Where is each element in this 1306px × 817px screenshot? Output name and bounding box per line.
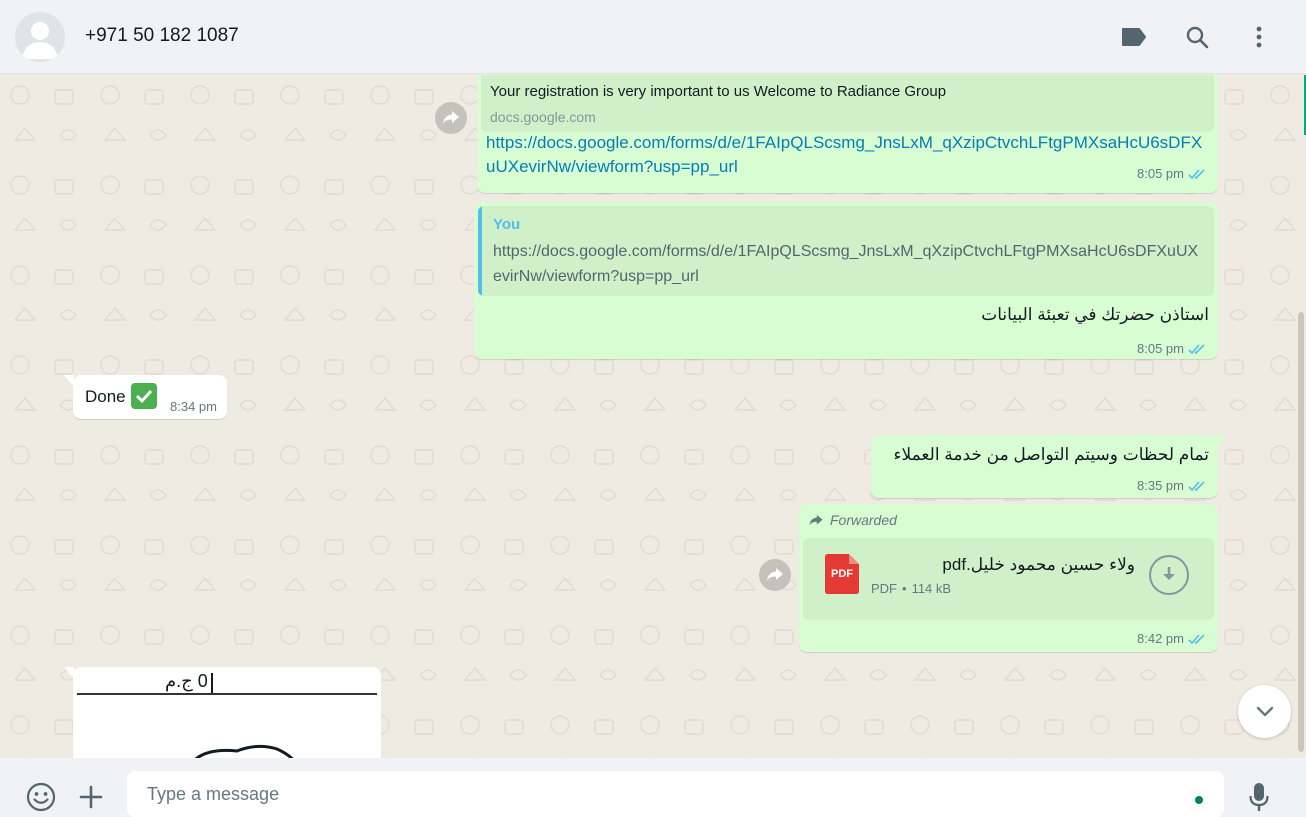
document-size: 114 kB (911, 581, 952, 596)
read-ticks-icon (1188, 168, 1206, 180)
message-time: 8:05 pm (1137, 341, 1184, 356)
link-preview-card[interactable]: Your registration is very important to u… (481, 75, 1214, 132)
emoji-icon (26, 782, 56, 812)
menu-icon[interactable] (1244, 22, 1274, 52)
image-drawing (194, 744, 294, 758)
forward-button[interactable] (435, 102, 467, 134)
link-preview-title: Your registration is very important to u… (490, 83, 947, 100)
image-cursor-line (211, 673, 213, 693)
read-ticks-icon (1188, 480, 1206, 492)
message-outgoing[interactable]: تمام لحظات وسيتم التواصل من خدمة العملاء… (871, 435, 1218, 498)
message-meta: 8:35 pm (1137, 478, 1206, 493)
scroll-to-bottom-button[interactable] (1238, 685, 1291, 738)
forwarded-label: Forwarded (808, 512, 897, 528)
message-input[interactable] (127, 771, 1224, 817)
message-time: 8:05 pm (1137, 166, 1184, 181)
link-preview-domain: docs.google.com (490, 109, 596, 125)
document-type: PDF (871, 581, 897, 596)
chat-scrollbar[interactable] (1298, 312, 1304, 752)
bubble-tail (1217, 435, 1227, 447)
image-content[interactable]: 0 ج.م (77, 671, 377, 758)
quote-text: https://docs.google.com/forms/d/e/1FAIpQ… (493, 243, 1199, 285)
default-avatar-icon (15, 12, 65, 62)
input-status-dot (1195, 796, 1203, 804)
image-divider (77, 693, 377, 695)
voice-message-button[interactable] (1244, 780, 1274, 814)
bubble-tail (64, 667, 74, 679)
message-meta: 8:05 pm (1137, 166, 1206, 181)
plus-icon (79, 785, 103, 809)
read-ticks-icon (1188, 343, 1206, 355)
message-incoming[interactable]: Done 8:34 pm (73, 375, 227, 419)
message-forwarded-document[interactable]: Forwarded PDF ولاء حسين محمود خليل.pdf P… (799, 504, 1218, 652)
document-name: ولاء حسين محمود خليل.pdf (942, 555, 1135, 574)
attach-button[interactable] (76, 782, 106, 812)
message-composer (0, 758, 1306, 817)
message-image[interactable]: 0 ج.م (73, 667, 381, 758)
chat-header: +971 50 182 1087 (0, 0, 1306, 74)
read-ticks-icon (1188, 633, 1206, 645)
separator-dot: • (902, 581, 907, 596)
chat-panel[interactable]: Your registration is very important to u… (0, 75, 1306, 758)
quoted-message[interactable]: You https://docs.google.com/forms/d/e/1F… (478, 206, 1214, 296)
emoji-button[interactable] (24, 780, 58, 814)
contact-avatar[interactable] (15, 12, 65, 62)
message-time: 8:34 pm (170, 399, 217, 414)
quote-accent-bar (478, 206, 482, 296)
forward-icon (443, 111, 459, 124)
message-reply[interactable]: You https://docs.google.com/forms/d/e/1F… (474, 202, 1218, 359)
forwarded-text: Forwarded (830, 512, 897, 528)
quote-author: You (493, 216, 521, 233)
download-button[interactable] (1149, 555, 1189, 595)
forward-button[interactable] (759, 559, 791, 591)
image-price-text: 0 ج.م (165, 671, 208, 691)
forward-icon (767, 568, 783, 581)
document-card[interactable]: PDF ولاء حسين محمود خليل.pdf PDF • 114 k… (803, 538, 1214, 620)
bubble-tail (64, 375, 74, 387)
document-info: PDF • 114 kB (871, 581, 951, 596)
message-meta: 8:42 pm (1137, 631, 1206, 646)
message-meta: 8:05 pm (1137, 341, 1206, 356)
pdf-badge: PDF (831, 568, 853, 580)
message-text: Done (85, 387, 126, 406)
message-time: 8:35 pm (1137, 478, 1184, 493)
pdf-file-icon: PDF (825, 554, 859, 594)
message-link-preview[interactable]: Your registration is very important to u… (477, 75, 1218, 193)
message-text: استاذن حضرتك في تعبئة البيانات (981, 305, 1209, 324)
contact-name[interactable]: +971 50 182 1087 (85, 25, 239, 47)
message-link[interactable]: https://docs.google.com/forms/d/e/1FAIpQ… (486, 131, 1206, 179)
message-time: 8:42 pm (1137, 631, 1184, 646)
chevron-down-icon (1256, 706, 1273, 717)
label-icon[interactable] (1119, 22, 1149, 52)
message-text: تمام لحظات وسيتم التواصل من خدمة العملاء (893, 445, 1209, 464)
microphone-icon (1249, 783, 1269, 811)
download-icon (1163, 567, 1175, 580)
check-mark-emoji (131, 383, 157, 409)
forward-small-icon (809, 514, 823, 525)
search-icon[interactable] (1182, 22, 1212, 52)
